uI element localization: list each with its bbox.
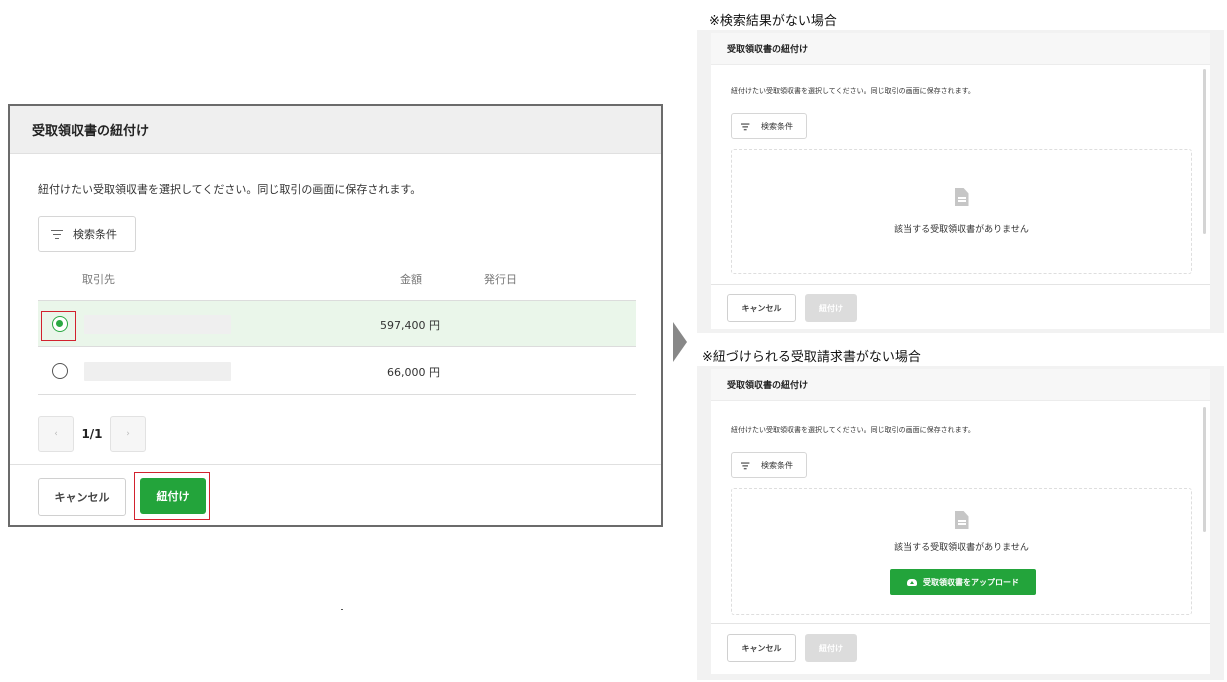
row-radio[interactable] <box>52 363 68 379</box>
highlight-box-radio <box>41 311 76 341</box>
empty-state: 該当する受取領収書がありません <box>731 149 1192 274</box>
filter-icon <box>51 229 63 239</box>
filter-icon <box>741 122 750 130</box>
caption-no-linkable: ※紐づけられる受取請求書がない場合 <box>702 350 921 365</box>
scrollbar[interactable] <box>1203 69 1206 234</box>
column-header-issue-date: 発行日 <box>484 273 517 286</box>
search-conditions-label: 検索条件 <box>761 121 793 131</box>
empty-message: 該当する受取領収書がありません <box>894 543 1029 553</box>
link-button-disabled: 紐付け <box>805 634 857 662</box>
dialog-description: 紐付けたい受取領収書を選択してください。同じ取引の画面に保存されます。 <box>731 426 975 434</box>
cancel-button[interactable]: キャンセル <box>38 478 126 516</box>
dialog-footer: キャンセル 紐付け <box>711 623 1210 674</box>
dialog-title: 受取領収書の紐付け <box>711 33 1210 65</box>
upload-receipt-button[interactable]: 受取領収書をアップロード <box>890 569 1036 595</box>
dialog-title: 受取領収書の紐付け <box>32 124 150 139</box>
column-header-partner: 取引先 <box>82 273 115 286</box>
chevron-left-icon[interactable]: ‹ <box>38 416 74 452</box>
dialog-header: 受取領収書の紐付け <box>10 106 661 154</box>
dialog-footer: キャンセル 紐付け <box>711 284 1210 329</box>
link-receipt-dialog: 受取領収書の紐付け 紐付けたい受取領収書を選択してください。同じ取引の画面に保存… <box>8 104 663 527</box>
pagination-label: 1/1 <box>81 427 103 441</box>
partner-name-redacted <box>84 315 231 334</box>
panel-no-linkable: 受取領収書の紐付け 紐付けたい受取領収書を選択してください。同じ取引の画面に保存… <box>697 366 1224 680</box>
row-amount: 66,000 円 <box>387 366 440 379</box>
highlight-box-link-button <box>134 472 210 520</box>
scrollbar[interactable] <box>1203 407 1206 532</box>
empty-message: 該当する受取領収書がありません <box>894 225 1029 235</box>
cancel-button[interactable]: キャンセル <box>727 634 796 662</box>
table-row[interactable]: 66,000 円 <box>38 348 636 395</box>
column-header-amount: 金額 <box>400 273 422 286</box>
dialog-description: 紐付けたい受取領収書を選択してください。同じ取引の画面に保存されます。 <box>731 87 975 95</box>
upload-receipt-label: 受取領収書をアップロード <box>923 577 1019 587</box>
search-conditions-button[interactable]: 検索条件 <box>731 113 807 139</box>
search-conditions-button[interactable]: 検索条件 <box>731 452 807 478</box>
panel-no-results: 受取領収書の紐付け 紐付けたい受取領収書を選択してください。同じ取引の画面に保存… <box>697 30 1224 333</box>
partner-name-redacted <box>84 362 231 381</box>
stray-mark <box>341 609 343 610</box>
pagination: ‹ 1/1 › <box>38 416 146 452</box>
empty-state: 該当する受取領収書がありません 受取領収書をアップロード <box>731 488 1192 615</box>
dialog-title: 受取領収書の紐付け <box>711 369 1210 401</box>
dialog-footer: キャンセル 紐付け <box>10 464 661 525</box>
caption-no-results: ※検索結果がない場合 <box>709 14 837 29</box>
search-conditions-button[interactable]: 検索条件 <box>38 216 136 252</box>
chevron-right-icon[interactable]: › <box>110 416 146 452</box>
dialog-card: 受取領収書の紐付け 紐付けたい受取領収書を選択してください。同じ取引の画面に保存… <box>711 33 1210 329</box>
cloud-upload-icon <box>907 578 917 586</box>
table-row[interactable]: 597,400 円 <box>38 300 636 347</box>
transition-arrow-icon <box>673 322 687 362</box>
dialog-description: 紐付けたい受取領収書を選択してください。同じ取引の画面に保存されます。 <box>38 183 422 196</box>
row-amount: 597,400 円 <box>380 319 440 332</box>
cancel-button[interactable]: キャンセル <box>727 294 796 322</box>
search-conditions-label: 検索条件 <box>73 228 117 241</box>
search-conditions-label: 検索条件 <box>761 460 793 470</box>
document-icon <box>954 188 969 206</box>
document-icon <box>954 511 969 529</box>
filter-icon <box>741 461 750 469</box>
link-button-disabled: 紐付け <box>805 294 857 322</box>
dialog-card: 受取領収書の紐付け 紐付けたい受取領収書を選択してください。同じ取引の画面に保存… <box>711 369 1210 674</box>
